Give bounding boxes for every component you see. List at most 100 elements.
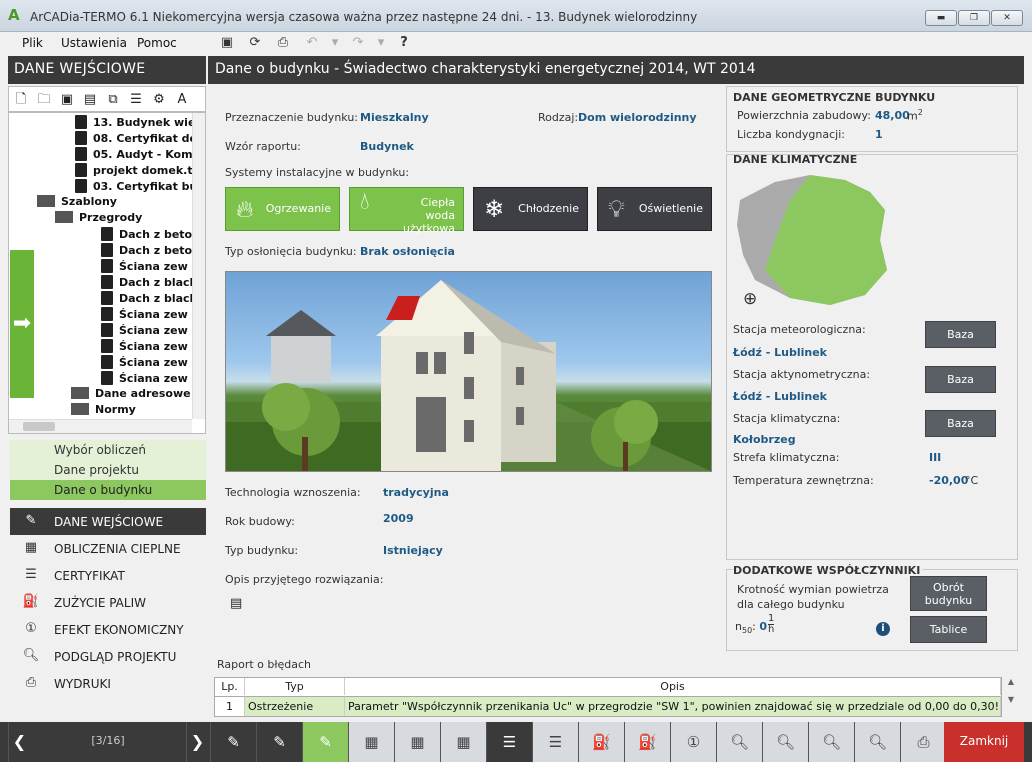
akty-baza-button[interactable]: Baza	[925, 366, 996, 393]
menu-ustawienia[interactable]: Ustawienia	[61, 36, 127, 50]
font-icon[interactable]: A	[173, 91, 191, 109]
col-typ[interactable]: Typ	[245, 678, 345, 695]
tree-item[interactable]: Ściana zew	[101, 371, 188, 385]
rok-value[interactable]: 2009	[383, 512, 414, 525]
close-button[interactable]: Zamknij	[944, 722, 1024, 762]
minimize-button[interactable]: ▬	[925, 10, 957, 26]
system-cwu-button[interactable]: 💧︎ Ciepła woda użytkowa	[349, 187, 464, 235]
copy-icon[interactable]: ⧉	[104, 91, 122, 109]
system-oswietlenie-button[interactable]: 💡︎ Oświetlenie	[597, 187, 712, 231]
row-typ[interactable]: Ostrzeżenie	[245, 696, 345, 716]
tree-horizontal-scrollbar[interactable]	[9, 419, 192, 433]
system-ogrzewanie-button[interactable]: 🔥︎ Ogrzewanie	[225, 187, 340, 231]
notes-icon[interactable]: ▤	[230, 596, 242, 611]
tool-calc-3-icon[interactable]: ▦	[440, 722, 486, 762]
tree-item[interactable]: 03. Certyfikat bu	[75, 179, 197, 193]
tree-item-przegrody[interactable]: Przegrody	[55, 211, 142, 224]
redo-icon[interactable]: ↷	[349, 34, 367, 52]
meteo-baza-button[interactable]: Baza	[925, 321, 996, 348]
tool-cert-2-icon[interactable]: ☰	[532, 722, 578, 762]
technologia-value[interactable]: tradycyjna	[383, 486, 449, 499]
tree-item[interactable]: Ściana zew	[101, 259, 188, 273]
tree-item[interactable]: Dach z beto	[101, 243, 192, 257]
next-page-button[interactable]: ❯	[186, 722, 208, 762]
nav-obliczenia-cieplne[interactable]: ▦ OBLICZENIA CIEPLNE	[10, 535, 206, 562]
tree-vertical-scrollbar[interactable]	[192, 113, 205, 419]
collapse-panel-arrow-icon[interactable]: ➡	[10, 250, 34, 398]
zoom-in-icon[interactable]: ⊕	[743, 289, 757, 309]
subnav-wybor-obliczen[interactable]: Wybór obliczeń	[10, 440, 206, 460]
nav-certyfikat[interactable]: ☰ CERTYFIKAT	[10, 562, 206, 589]
tree-item[interactable]: Ściana zew	[101, 355, 188, 369]
help-icon[interactable]: ?	[395, 34, 413, 52]
obrot-budynku-button[interactable]: Obrót budynku	[910, 576, 987, 611]
nav-efekt-ekonomiczny[interactable]: ① EFEKT EKONOMICZNY	[10, 616, 206, 643]
subnav-dane-o-budynku[interactable]: Dane o budynku	[10, 480, 206, 500]
menu-pomoc[interactable]: Pomoc	[137, 36, 177, 50]
nav-wydruki[interactable]: ⎙ WYDRUKI	[10, 670, 206, 697]
tool-edit-active-icon[interactable]: ✎	[302, 722, 348, 762]
poland-map[interactable]	[735, 170, 895, 310]
typ-value[interactable]: Istniejący	[383, 544, 443, 557]
prev-page-button[interactable]: ❮	[8, 722, 30, 762]
nav-podglad-projektu[interactable]: 🔍︎ PODGLĄD PROJEKTU	[10, 643, 206, 670]
tool-preview-1-icon[interactable]: 🔍︎	[716, 722, 762, 762]
meteo-value[interactable]: Łódź - Lublinek	[733, 346, 827, 359]
refresh-icon[interactable]: ⟳	[246, 34, 264, 52]
close-window-button[interactable]: ✕	[991, 10, 1023, 26]
errors-scrollbar[interactable]: ▲ ▼	[1003, 677, 1019, 717]
row-lp[interactable]: 1	[215, 696, 245, 716]
rodzaj-value[interactable]: Dom wielorodzinny	[578, 111, 697, 124]
col-lp[interactable]: Lp.	[215, 678, 245, 695]
tree-item[interactable]: Dach z beto	[101, 227, 192, 241]
tool-coin-icon[interactable]: ①	[670, 722, 716, 762]
strefa-value[interactable]: III	[929, 451, 941, 464]
area-value[interactable]: 48,00	[875, 109, 910, 122]
menu-plik[interactable]: Plik	[22, 36, 43, 50]
tool-cert-icon[interactable]: ☰	[486, 722, 532, 762]
system-chlodzenie-button[interactable]: ❄ Chłodzenie	[473, 187, 588, 231]
save-as-icon[interactable]: ▤	[81, 91, 99, 109]
tool-fuel-icon[interactable]: ⛽	[578, 722, 624, 762]
tree-item[interactable]: projekt domek.t	[75, 163, 193, 177]
redo-dropdown-icon[interactable]: ▾	[372, 34, 390, 52]
tree-item[interactable]: Dach z blach	[101, 291, 197, 305]
new-file-icon[interactable]: 🗋	[12, 91, 30, 109]
tree-item[interactable]: Ściana zew	[101, 323, 188, 337]
tool-preview-3-icon[interactable]: 🔍︎	[808, 722, 854, 762]
przeznaczenie-value[interactable]: Mieszkalny	[360, 111, 429, 124]
open-file-icon[interactable]: 🗀	[35, 91, 53, 109]
nav-zuzycie-paliw[interactable]: ⛽ ZUŻYCIE PALIW	[10, 589, 206, 616]
klim-baza-button[interactable]: Baza	[925, 410, 996, 437]
wzor-value[interactable]: Budynek	[360, 140, 414, 153]
row-opis[interactable]: Parametr "Współczynnik przenikania Uc" w…	[345, 696, 1001, 716]
tool-print-icon[interactable]: ⎙	[900, 722, 946, 762]
klim-value[interactable]: Kołobrzeg	[733, 433, 796, 446]
tree-item[interactable]: Dach z blach	[101, 275, 197, 289]
list-icon[interactable]: ☰	[127, 91, 145, 109]
undo-dropdown-icon[interactable]: ▾	[326, 34, 344, 52]
settings-icon[interactable]: ⚙	[150, 91, 168, 109]
oslona-value[interactable]: Brak osłonięcia	[360, 245, 455, 258]
tree-item[interactable]: Ściana zew	[101, 307, 188, 321]
tool-calc-2-icon[interactable]: ▦	[394, 722, 440, 762]
tool-preview-4-icon[interactable]: 🔍︎	[854, 722, 900, 762]
temp-value[interactable]: -20,00	[929, 474, 968, 487]
tree-item[interactable]: 13. Budynek wie	[75, 115, 195, 129]
maximize-button[interactable]: ❐	[958, 10, 990, 26]
undo-icon[interactable]: ↶	[303, 34, 321, 52]
tablice-button[interactable]: Tablice	[910, 616, 987, 643]
tree-item[interactable]: Ściana zew	[101, 339, 188, 353]
nav-dane-wejsciowe[interactable]: ✎ DANE WEJŚCIOWE	[10, 508, 206, 535]
tool-calc-1-icon[interactable]: ▦	[348, 722, 394, 762]
tool-fuel-2-icon[interactable]: ⛽	[624, 722, 670, 762]
save-file-icon[interactable]: ▣	[58, 91, 76, 109]
tree-item-szablony[interactable]: Szablony	[37, 195, 117, 208]
col-opis[interactable]: Opis	[345, 678, 1001, 695]
tree-item-normy[interactable]: Normy	[71, 403, 136, 416]
tool-preview-2-icon[interactable]: 🔍︎	[762, 722, 808, 762]
tree-item-dane-adresowe[interactable]: Dane adresowe	[71, 387, 191, 400]
tool-edit-list-icon[interactable]: ✎	[256, 722, 302, 762]
tool-edit-icon[interactable]: ✎	[210, 722, 256, 762]
scroll-thumb[interactable]	[23, 422, 55, 431]
